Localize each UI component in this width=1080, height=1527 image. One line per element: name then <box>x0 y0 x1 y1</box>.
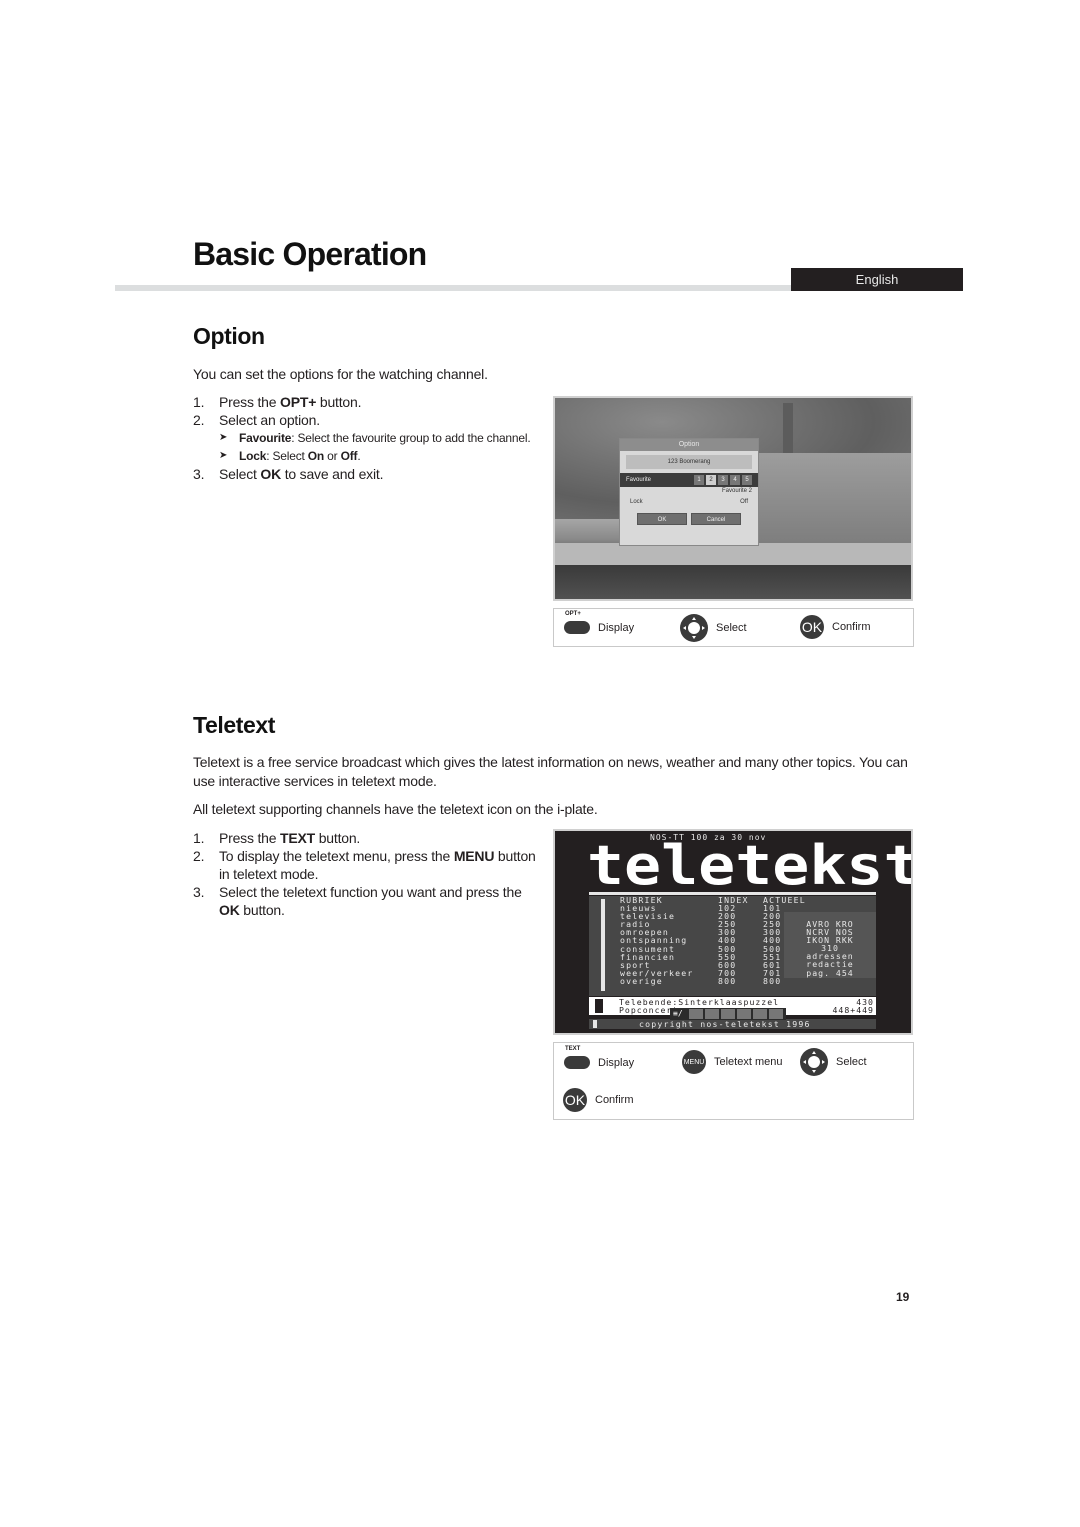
legend-display: OPT+ Display <box>564 611 635 634</box>
title-divider <box>115 285 791 291</box>
page-number: 19 <box>896 1290 910 1304</box>
favourite-3[interactable]: 3 <box>718 475 728 485</box>
option-dialog-title: Option <box>620 439 758 451</box>
river-water <box>555 565 911 599</box>
dialog-buttons: OK Cancel <box>620 513 758 525</box>
teletext-heading: Teletext <box>193 712 276 738</box>
option-screen-image: Option 123 Boomerang Favourite 1 2 3 4 5… <box>553 396 913 601</box>
language-badge: English <box>791 268 963 291</box>
favourite-selected: Favourite 2 <box>721 488 752 494</box>
opt-plus-button-icon: OPT+ <box>564 611 590 634</box>
option-sub-lock: ➤ Lock: Select On or Off. <box>219 449 361 463</box>
favourite-row[interactable]: Favourite 1 2 3 4 5 <box>620 473 758 487</box>
legend-teletext-menu: MENU Teletext menu <box>682 1050 782 1074</box>
legend-display: TEXT Display <box>564 1046 635 1069</box>
toolbar-icon[interactable] <box>769 1009 783 1019</box>
favourite-4[interactable]: 4 <box>730 475 740 485</box>
teletekst-logo: teletekst <box>587 834 913 897</box>
favourite-2[interactable]: 2 <box>706 475 716 485</box>
option-step-1: 1. Press the OPT+ button. <box>193 394 362 410</box>
legend-select: Select <box>800 1048 867 1076</box>
ok-button-icon: OK <box>563 1088 587 1112</box>
toolbar-icon[interactable] <box>721 1009 735 1019</box>
legend-confirm: OK Confirm <box>563 1088 634 1112</box>
favourite-1[interactable]: 1 <box>694 475 704 485</box>
toolbar-icon[interactable] <box>753 1009 767 1019</box>
option-steps: 1. Press the OPT+ button. 2. Select an o… <box>193 393 543 483</box>
option-step-2: 2. Select an option. <box>193 412 320 428</box>
option-intro: You can set the options for the watching… <box>193 366 488 382</box>
dpad-icon <box>680 614 708 642</box>
channel-name: 123 Boomerang <box>626 455 752 469</box>
favourite-5[interactable]: 5 <box>742 475 752 485</box>
option-step-3: 3. Select OK to save and exit. <box>193 466 384 482</box>
lock-row[interactable]: Lock Off <box>620 495 758 509</box>
teletext-step-2: 2. To display the teletext menu, press t… <box>193 848 536 882</box>
teletext-side-box: AVRO KRO NCRV NOS IKON RKK 310 adressen redac… <box>784 912 876 978</box>
option-sub-favourite: ➤ Favourite: Select the favourite group … <box>219 431 531 445</box>
teletext-legend: TEXT Display MENU Teletext menu Select O… <box>553 1042 914 1120</box>
bullet-arrow-icon: ➤ <box>219 450 228 461</box>
teletext-menu-icon[interactable]: ≡/ <box>673 1009 687 1019</box>
page-title: Basic Operation <box>193 236 427 272</box>
toolbar-icon[interactable] <box>705 1009 719 1019</box>
ok-button[interactable]: OK <box>637 513 687 525</box>
text-button-icon: TEXT <box>564 1046 590 1069</box>
cancel-button[interactable]: Cancel <box>691 513 741 525</box>
teletext-index-table: RUBRIEK INDEX ACTUEEL nieuws 102 101 televi… <box>620 896 806 985</box>
river-wall <box>555 543 911 565</box>
bullet-arrow-icon: ➤ <box>219 432 228 443</box>
toolbar-icon[interactable] <box>689 1009 703 1019</box>
teletext-step-3: 3. Select the teletext function you want… <box>193 884 522 918</box>
option-dialog: Option 123 Boomerang Favourite 1 2 3 4 5… <box>619 438 759 546</box>
table-row[interactable]: overige 800 800 <box>620 977 806 985</box>
legend-select: Select <box>680 614 747 642</box>
ok-button-icon: OK <box>800 615 824 639</box>
teletext-steps: 1. Press the TEXT button. 2. To display … <box>193 829 543 919</box>
teletext-step-1: 1. Press the TEXT button. <box>193 830 361 846</box>
option-heading: Option <box>193 323 265 349</box>
teletext-screen-image: NOS-TT 100 za 30 nov teletekst RUBRIEK I… <box>553 829 913 1035</box>
teletext-intro: Teletext is a free service broadcast whi… <box>193 754 908 789</box>
option-legend: OPT+ Display Select OK Confirm <box>553 608 914 647</box>
legend-confirm: OK Confirm <box>800 615 871 639</box>
teletext-toolbar: ≡/ <box>670 1008 786 1020</box>
teletext-index-panel: RUBRIEK INDEX ACTUEEL nieuws 102 101 televi… <box>589 896 876 996</box>
menu-button-icon: MENU <box>682 1050 706 1074</box>
toolbar-icon[interactable] <box>737 1009 751 1019</box>
side-box-line: pag. 454 <box>806 967 854 978</box>
cathedral-building <box>755 453 911 543</box>
dpad-icon <box>800 1048 828 1076</box>
teletext-iplate-note: All teletext supporting channels have th… <box>193 801 598 817</box>
teletext-copyright: copyright nos-teletekst 1996 <box>589 1019 876 1029</box>
